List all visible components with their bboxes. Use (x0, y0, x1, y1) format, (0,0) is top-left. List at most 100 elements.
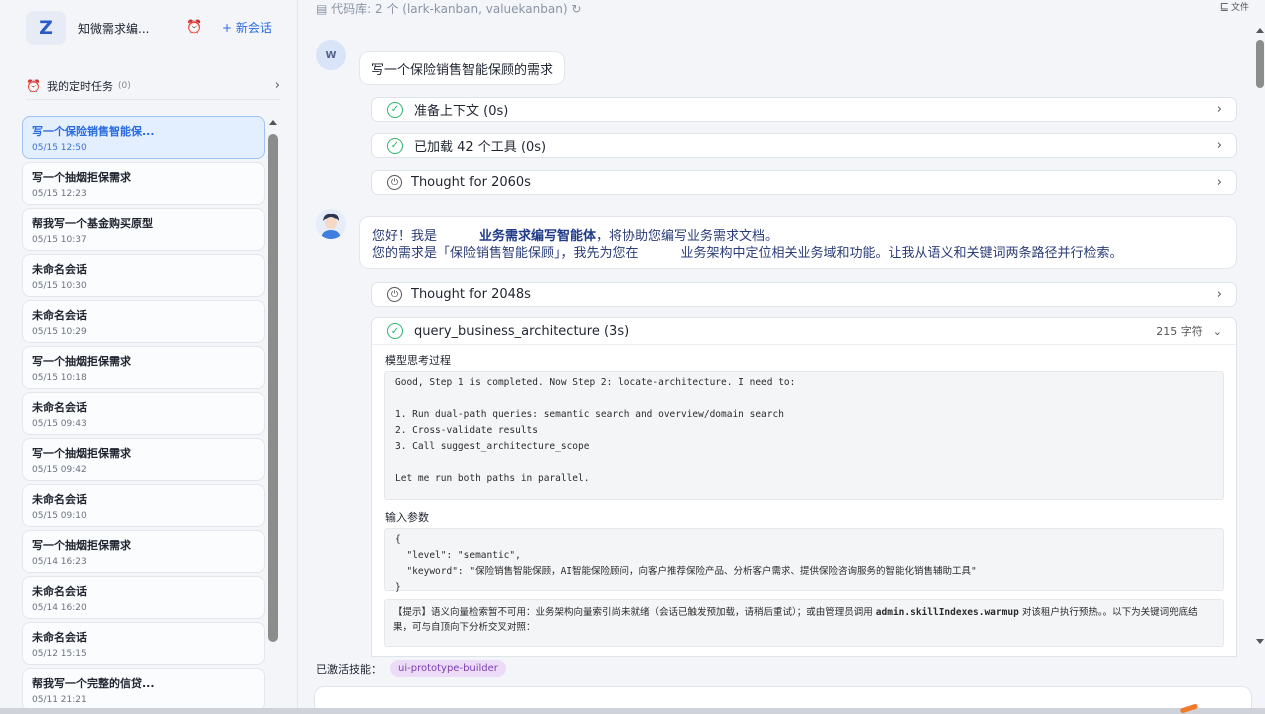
conversation-item[interactable]: 未命名会话 05/14 16:20 (22, 576, 265, 619)
thought-icon: ⏻ (387, 175, 402, 190)
tool-call-header[interactable]: ✓ query_business_architecture (3s) 215 字… (372, 318, 1236, 345)
step-thought-1[interactable]: ⏻ Thought for 2060s › (371, 170, 1237, 195)
window-bottom-bar (0, 708, 1265, 714)
conversation-title: 写一个抽烟拒保需求 (32, 539, 131, 552)
assistant-line1-suffix: ，将协助您编写业务需求文档。 (596, 229, 779, 244)
hint-prefix: 【提示】语义向量检索暂不可用：业务架构向量索引尚未就绪（会话已触发预加载，请稍后… (393, 607, 873, 618)
scheduled-tasks-label: 我的定时任务 (46, 79, 113, 93)
conversation-time: 05/12 15:15 (32, 649, 87, 659)
conversation-title: 未命名会话 (32, 309, 87, 322)
alarm-clock-icon[interactable]: ⏰ (186, 21, 202, 35)
scrollbar-thumb[interactable] (1256, 40, 1264, 88)
step-thought-2[interactable]: ⏻ Thought for 2048s › (371, 282, 1237, 307)
conversation-item[interactable]: 写一个抽烟拒保需求 05/15 10:18 (22, 346, 265, 389)
check-circle-icon: ✓ (387, 137, 403, 154)
refresh-icon[interactable]: ↻ (568, 2, 581, 16)
conversation-time: 05/15 10:18 (32, 373, 87, 383)
check-circle-icon: ✓ (387, 101, 403, 118)
conversation-item[interactable]: 写一个抽烟拒保需求 05/14 16:23 (22, 530, 265, 573)
repo-label: 代码库: 2 个 (lark-kanban, valuekanban) (331, 2, 568, 16)
conversation-item[interactable]: 未命名会话 05/12 15:15 (22, 622, 265, 665)
step-label: Thought for 2060s (411, 175, 531, 190)
conversation-title: 未命名会话 (32, 493, 87, 506)
conversation-time: 05/15 10:37 (32, 235, 87, 245)
chevron-right-icon: › (1216, 175, 1222, 190)
tool-name: query_business_architecture (3s) (414, 323, 630, 339)
conversation-item[interactable]: 写一个抽烟拒保需求 05/15 09:42 (22, 438, 265, 481)
conversation-title: 未命名会话 (32, 631, 87, 644)
step-prepare-context[interactable]: ✓ 准备上下文 (0s) › (371, 97, 1237, 122)
assistant-message: 您好！我是 业务需求编写智能体，将协助您编写业务需求文档。 您的需求是「保险销售智… (359, 216, 1237, 269)
params-block: { "level": "semantic", "keyword": "保险销售智… (384, 528, 1224, 593)
repo-info[interactable]: ▤ 代码库: 2 个 (lark-kanban, valuekanban) ↻ (316, 0, 581, 17)
repository-icon: ▤ (316, 2, 332, 16)
skill-chip[interactable]: ui-prototype-builder (390, 660, 506, 677)
hint-command: admin.skillIndexes.warmup (875, 607, 1019, 618)
chevron-right-icon: › (1216, 138, 1222, 153)
scroll-up-arrow-icon[interactable] (1256, 28, 1264, 33)
conversation-time: 05/15 10:30 (32, 281, 87, 291)
assistant-line1-prefix: 您好！我是 (372, 229, 438, 244)
chevron-right-icon: › (1216, 287, 1222, 302)
brand-name: 知微需求编... (78, 21, 150, 36)
active-skills-label: 已激活技能： (316, 662, 382, 676)
conversation-list: 写一个保险销售智能保... 05/15 12:50 写一个抽烟拒保需求 05/15 1… (22, 116, 265, 714)
thought-icon: ⏻ (387, 287, 402, 302)
scroll-down-arrow-icon[interactable] (1256, 639, 1264, 644)
conversation-title: 写一个抽烟拒保需求 (32, 355, 131, 368)
conversation-item[interactable]: 未命名会话 05/15 10:29 (22, 300, 265, 343)
assistant-line2-prefix: 您的需求是「保险销售智能保顾」，我先为您在 (372, 246, 639, 261)
conversation-title: 帮我写一个基金购买原型 (32, 217, 153, 230)
check-circle-icon: ✓ (387, 323, 403, 339)
chevron-right-icon: › (274, 78, 280, 93)
conversation-time: 05/14 16:20 (32, 603, 87, 613)
hint-block: 【提示】语义向量检索暂不可用：业务架构向量索引尚未就绪（会话已触发预加载，请稍后… (384, 599, 1224, 647)
step-tools-loaded[interactable]: ✓ 已加载 42 个工具 (0s) › (371, 133, 1237, 158)
step-label: 已加载 42 个工具 (0s) (414, 140, 547, 155)
conversation-item[interactable]: 帮我写一个完整的信贷... 05/11 21:21 (22, 668, 265, 711)
chevron-right-icon: › (1216, 102, 1222, 117)
chat-main: ▤ 代码库: 2 个 (lark-kanban, valuekanban) ↻ … (298, 0, 1265, 714)
assistant-agent-name: 业务需求编写智能体 (479, 229, 597, 244)
params-label: 输入参数 (385, 511, 429, 524)
reasoning-label: 模型思考过程 (385, 354, 451, 367)
conversation-title: 未命名会话 (32, 585, 87, 598)
conversation-title: 未命名会话 (32, 263, 87, 276)
conversation-item[interactable]: 帮我写一个基金购买原型 05/15 10:37 (22, 208, 265, 251)
conversation-title: 未命名会话 (32, 401, 87, 414)
conversation-time: 05/15 12:50 (32, 143, 87, 153)
new-chat-button[interactable]: + 新会话 (222, 19, 272, 36)
reasoning-block: Good, Step 1 is completed. Now Step 2: l… (384, 371, 1224, 500)
active-skills: 已激活技能： ui-prototype-builder (316, 660, 506, 677)
conversation-item[interactable]: 未命名会话 05/15 10:30 (22, 254, 265, 297)
chevron-down-icon: ⌄ (1212, 324, 1222, 338)
conversation-time: 05/14 16:23 (32, 557, 87, 567)
sidebar: Z 知微需求编... ⏰ + 新会话 ⏰ 我的定时任务 (0) › 写一个保险销… (0, 0, 298, 714)
brand[interactable]: Z 知微需求编... (26, 11, 149, 45)
scroll-up-arrow-icon[interactable] (269, 120, 277, 125)
conversation-item[interactable]: 未命名会话 05/15 09:43 (22, 392, 265, 435)
tool-call-panel: ✓ query_business_architecture (3s) 215 字… (371, 317, 1237, 657)
conversation-item[interactable]: 未命名会话 05/15 09:10 (22, 484, 265, 527)
alarm-clock-icon: ⏰ (26, 78, 41, 93)
scrollbar-thumb[interactable] (268, 134, 278, 642)
conversation-time: 05/15 10:29 (32, 327, 87, 337)
step-label: 准备上下文 (0s) (414, 104, 509, 119)
conversation-time: 05/11 21:21 (32, 695, 87, 705)
user-message: 写一个保险销售智能保顾的需求 (359, 51, 566, 85)
assistant-line2-suffix: 业务架构中定位相关业务域和功能。让我从语义和关键词两条路径并行检索。 (680, 246, 1123, 261)
file-tree-icon: ⊑ (1219, 0, 1229, 13)
tool-char-count: 215 字符 (1156, 325, 1203, 338)
chat-scrollbar[interactable] (1255, 26, 1265, 646)
sidebar-scrollbar[interactable] (268, 118, 278, 714)
conversation-item[interactable]: 写一个保险销售智能保... 05/15 12:50 (22, 116, 265, 159)
conversation-time: 05/15 09:43 (32, 419, 87, 429)
files-button[interactable]: ⊑ 文件 (1220, 0, 1249, 13)
conversation-title: 写一个保险销售智能保... (32, 125, 155, 138)
conversation-time: 05/15 09:10 (32, 511, 87, 521)
conversation-title: 写一个抽烟拒保需求 (32, 171, 131, 184)
assistant-avatar (316, 209, 346, 239)
scheduled-tasks-row[interactable]: ⏰ 我的定时任务 (0) › (26, 72, 280, 100)
conversation-item[interactable]: 写一个抽烟拒保需求 05/15 12:23 (22, 162, 265, 205)
files-label: 文件 (1230, 3, 1249, 13)
